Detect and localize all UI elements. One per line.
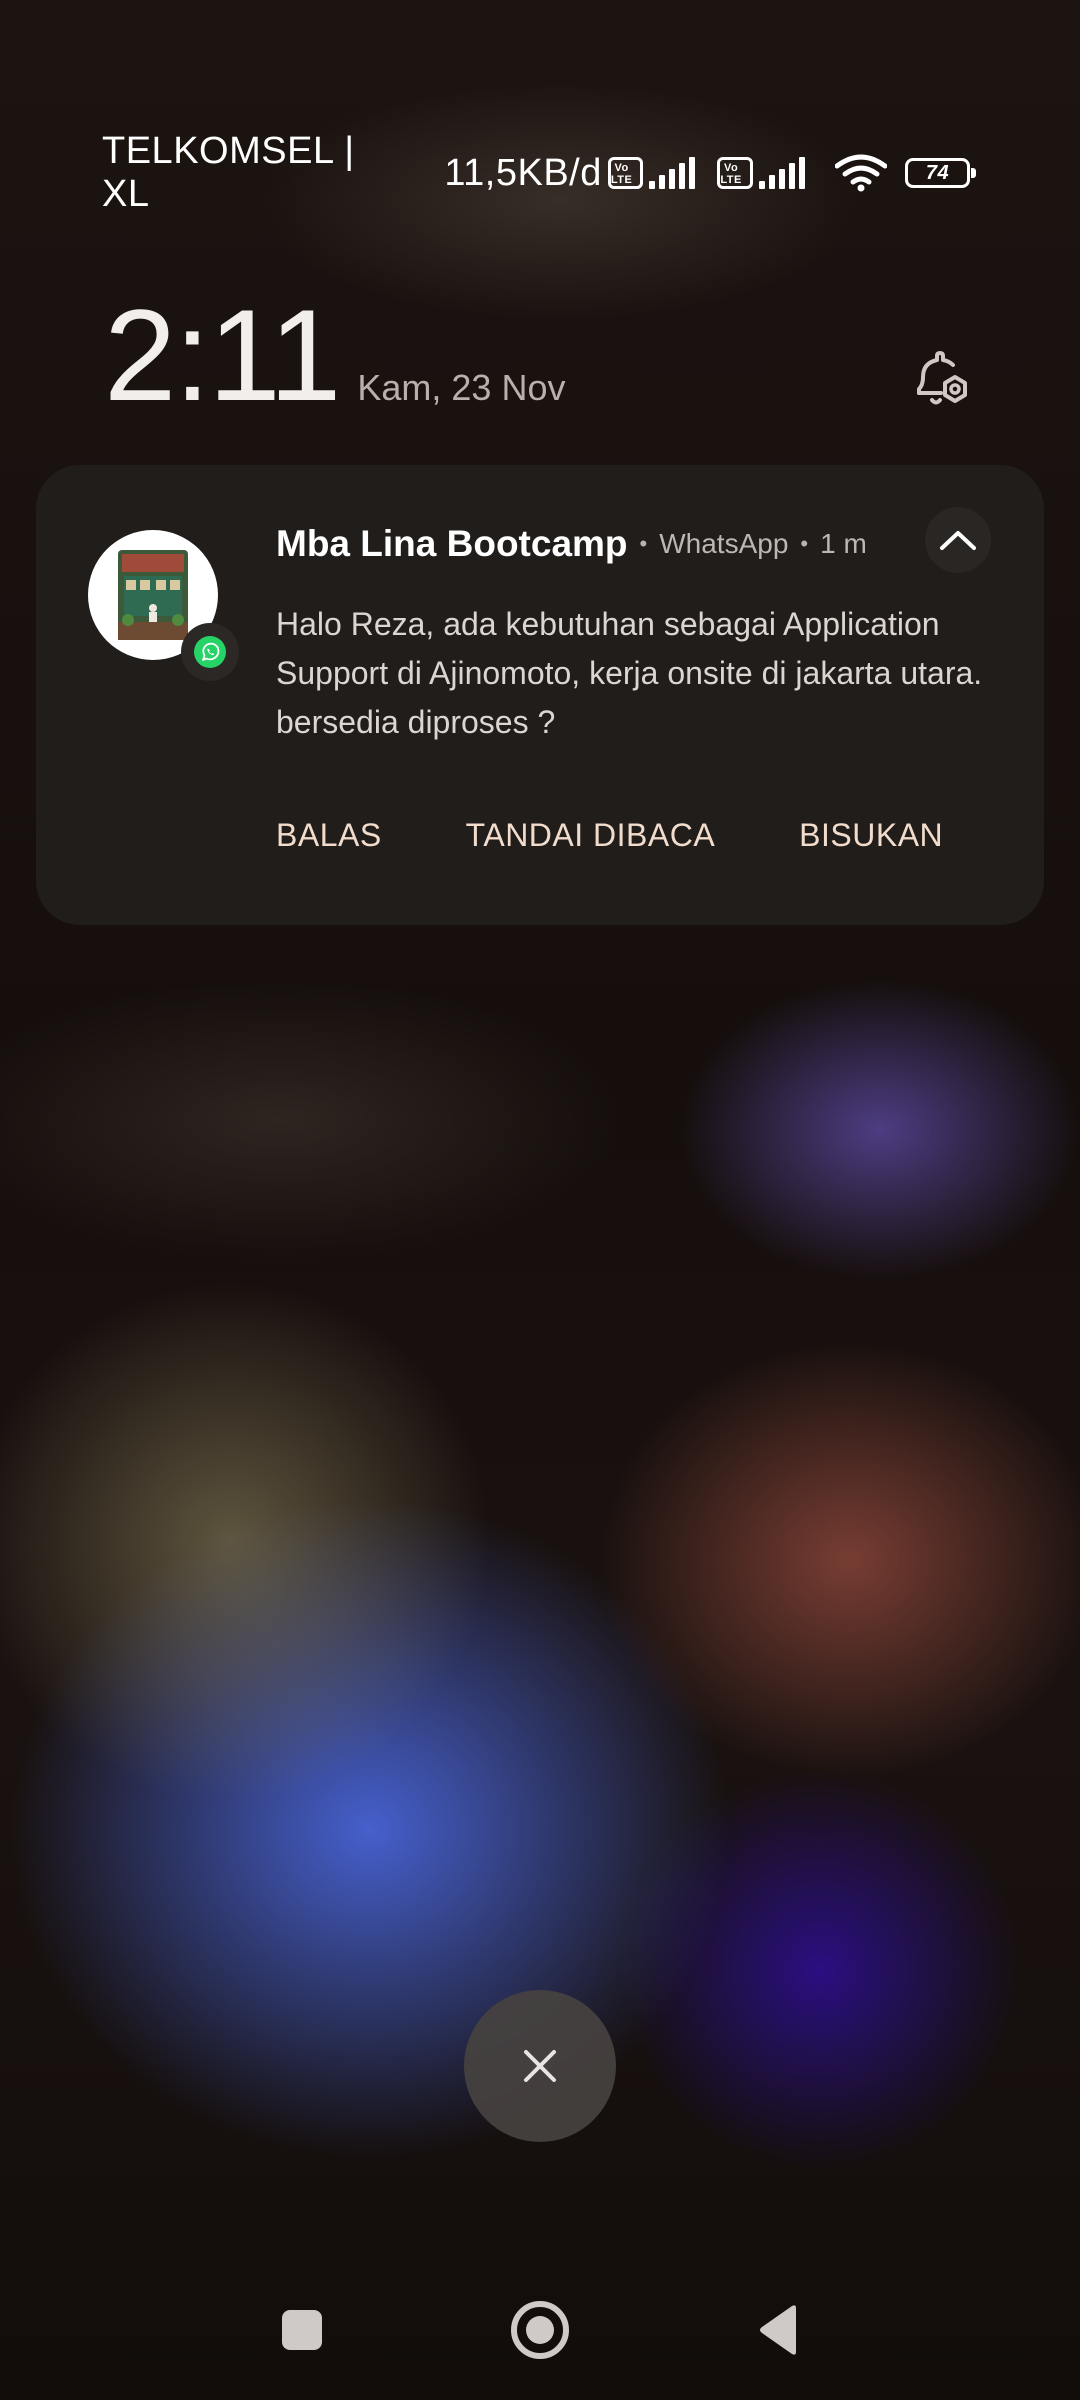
recents-button[interactable] bbox=[262, 2290, 342, 2370]
reply-button[interactable]: BALAS bbox=[276, 817, 382, 854]
signal-icon bbox=[758, 157, 813, 189]
home-button[interactable] bbox=[500, 2290, 580, 2370]
back-icon bbox=[760, 2305, 796, 2355]
notification-app-name: WhatsApp bbox=[659, 528, 789, 559]
notification-message: Halo Reza, ada kebutuhan sebagai Applica… bbox=[276, 606, 983, 740]
wifi-icon bbox=[834, 154, 887, 192]
mark-as-read-button[interactable]: TANDAI DIBACA bbox=[466, 817, 716, 854]
battery-icon: 74 bbox=[904, 158, 977, 188]
separator-dot: • bbox=[639, 531, 648, 556]
mute-button[interactable]: BISUKAN bbox=[799, 817, 943, 854]
notification-card[interactable]: Mba Lina Bootcamp • WhatsApp • 1 m Halo … bbox=[36, 465, 1044, 925]
carrier-label: TELKOMSEL | XL bbox=[102, 130, 355, 215]
back-button[interactable] bbox=[738, 2290, 818, 2370]
battery-level: 74 bbox=[925, 161, 950, 184]
network-speed: 11,5KB/d bbox=[444, 151, 602, 194]
signal-icon bbox=[649, 157, 703, 189]
whatsapp-badge-icon bbox=[181, 623, 239, 681]
status-bar: TELKOMSEL | XL 11,5KB/d Vo LTE Vo LTE 74 bbox=[102, 130, 977, 215]
chevron-up-icon bbox=[940, 531, 976, 550]
lockscreen-clock-row: 2:11 Kam, 23 Nov bbox=[104, 290, 565, 420]
bell-settings-icon[interactable] bbox=[905, 345, 975, 415]
lockscreen-time: 2:11 bbox=[104, 282, 341, 428]
volte-icon: Vo LTE bbox=[607, 157, 644, 189]
collapse-notification-button[interactable] bbox=[925, 507, 991, 573]
dismiss-notifications-button[interactable] bbox=[464, 1990, 616, 2142]
notification-actions: BALAS TANDAI DIBACA BISUKAN bbox=[276, 817, 943, 854]
navigation-bar bbox=[0, 2290, 1080, 2370]
separator-dot: • bbox=[800, 531, 809, 556]
notification-time: 1 m bbox=[820, 528, 867, 559]
recents-icon bbox=[282, 2310, 322, 2350]
lockscreen-date: Kam, 23 Nov bbox=[357, 367, 566, 408]
notification-header: Mba Lina Bootcamp • WhatsApp • 1 m bbox=[276, 523, 867, 565]
close-icon bbox=[524, 2050, 556, 2082]
home-icon bbox=[511, 2301, 569, 2359]
volte-icon: Vo LTE bbox=[717, 157, 753, 189]
notification-sender: Mba Lina Bootcamp bbox=[276, 523, 628, 564]
